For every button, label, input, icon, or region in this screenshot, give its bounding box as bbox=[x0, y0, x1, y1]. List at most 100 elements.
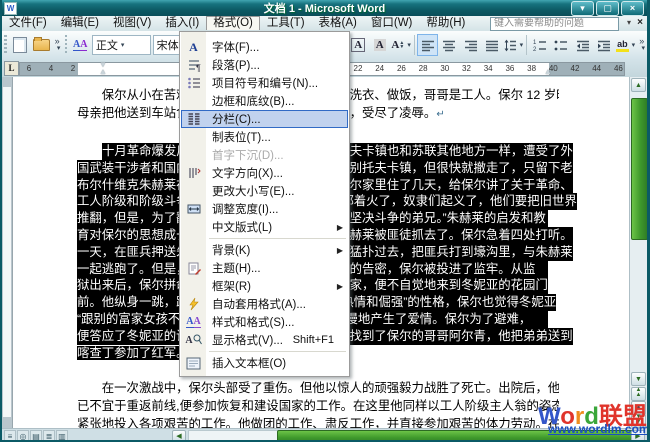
menu-item-label: 项目符号和编号(N)... bbox=[206, 75, 318, 91]
format-menu-item-0[interactable]: A字体(F)... bbox=[181, 38, 348, 56]
format-menu-item-2[interactable]: 项目符号和编号(N)... bbox=[181, 74, 348, 92]
menubar-item-2[interactable]: 视图(V) bbox=[106, 16, 158, 31]
align-center-button[interactable] bbox=[438, 34, 459, 56]
word-app-icon: W bbox=[4, 2, 17, 15]
style-select[interactable]: 正文▾ bbox=[92, 35, 151, 55]
new-document-button[interactable] bbox=[9, 34, 30, 56]
align-left-button[interactable] bbox=[417, 34, 439, 56]
minimize-button[interactable]: ▾ bbox=[571, 1, 594, 16]
vertical-ruler[interactable] bbox=[2, 77, 13, 428]
highlight-button[interactable]: ab▾ bbox=[615, 34, 636, 56]
outline-view-icon[interactable]: ≣ bbox=[43, 430, 55, 441]
menubar-item-1[interactable]: 编辑(E) bbox=[54, 16, 106, 31]
menubar-item-7[interactable]: 窗口(W) bbox=[364, 16, 420, 31]
insert-textbox-icon bbox=[181, 355, 206, 371]
close-button[interactable]: × bbox=[621, 1, 644, 16]
format-menu-item-17[interactable]: 插入文本框(O) bbox=[181, 354, 348, 372]
toolbar-grip[interactable] bbox=[4, 35, 7, 55]
menu-item-label: 段落(P)... bbox=[206, 57, 260, 73]
toolbar-overflow-left[interactable]: »▾ bbox=[52, 33, 63, 57]
vertical-scrollbar[interactable]: ▲ ▼ ▲▲ ● ▼▼ bbox=[629, 77, 647, 428]
menubar-item-4[interactable]: 格式(O) bbox=[206, 16, 260, 30]
print-layout-view-icon[interactable]: ▤ bbox=[30, 430, 42, 441]
menubar-close-icon[interactable]: × bbox=[637, 17, 643, 28]
decrease-indent-button[interactable] bbox=[572, 34, 593, 56]
format-menu-item-7[interactable]: 文字方向(X)... bbox=[181, 164, 348, 182]
distribute-button[interactable] bbox=[481, 34, 502, 56]
format-menu-item-3[interactable]: 边框和底纹(B)... bbox=[181, 92, 348, 110]
text-line[interactable]: 在一次激战中，保尔头部受了重伤。但他以惊人的顽强毅力战胜了死亡。出院后，他 bbox=[77, 379, 559, 397]
ruler-number: 2 bbox=[71, 64, 75, 73]
svg-text:2: 2 bbox=[533, 47, 537, 52]
no-icon bbox=[181, 129, 206, 145]
menubar-item-3[interactable]: 插入(I) bbox=[158, 16, 206, 31]
menu-item-label: 调整宽度(I)... bbox=[206, 201, 278, 217]
paragraph-bottom[interactable]: 在一次激战中，保尔头部受了重伤。但他以惊人的顽强毅力战胜了死亡。出院后，他已不宜… bbox=[77, 379, 559, 428]
menu-item-label: 文字方向(X)... bbox=[206, 165, 283, 181]
reading-layout-view-icon[interactable]: ▥ bbox=[56, 430, 68, 441]
ruler-number: 34 bbox=[484, 64, 493, 73]
format-menu-item-11[interactable]: 背景(K)▶ bbox=[181, 241, 348, 259]
text-line[interactable]: 紧张地投入各项艰苦的工作。他做团的工作、肃反工作，并直接参加艰苦的体力劳动。在兴 bbox=[77, 415, 559, 428]
menu-separator bbox=[209, 238, 346, 239]
menu-item-label: 自动套用格式(A)... bbox=[206, 296, 306, 312]
normal-view-icon[interactable]: ≡ bbox=[4, 430, 16, 441]
format-menu-item-10[interactable]: 中文版式(L)▶ bbox=[181, 218, 348, 236]
menubar-item-8[interactable]: 帮助(H) bbox=[419, 16, 472, 31]
menubar-item-5[interactable]: 工具(T) bbox=[260, 16, 312, 31]
open-button[interactable] bbox=[30, 34, 51, 56]
character-border-icon: A bbox=[351, 38, 365, 52]
scroll-up-icon[interactable]: ▲ bbox=[631, 78, 646, 92]
window-title: 文档 1 - Microsoft Word bbox=[2, 0, 647, 16]
styles-pane-button[interactable]: AA bbox=[69, 34, 90, 56]
align-left-icon bbox=[421, 39, 435, 52]
theme-icon bbox=[181, 260, 206, 276]
toolbar-grip[interactable] bbox=[65, 35, 68, 55]
right-indent-marker[interactable]: ▲ bbox=[544, 69, 552, 75]
ruler-number: 28 bbox=[419, 64, 428, 73]
toolbar-overflow-right[interactable]: »▾ bbox=[636, 33, 647, 57]
format-menu-item-1[interactable]: ¶段落(P)... bbox=[181, 56, 348, 74]
ruler-number: 44 bbox=[592, 64, 601, 73]
format-menu-item-13[interactable]: 框架(R)▶ bbox=[181, 277, 348, 295]
numbering-button[interactable]: 12 bbox=[529, 34, 550, 56]
bullets-button[interactable] bbox=[551, 34, 572, 56]
titlebar: W 文档 1 - Microsoft Word ▾▢× bbox=[2, 0, 647, 16]
format-menu-item-4[interactable]: 分栏(C)... bbox=[181, 110, 348, 128]
format-menu-item-8[interactable]: 更改大小写(E)... bbox=[181, 182, 348, 200]
format-menu-item-14[interactable]: 自动套用格式(A)... bbox=[181, 295, 348, 313]
align-right-button[interactable] bbox=[460, 34, 481, 56]
grow-font-button[interactable]: A▲▼▾ bbox=[390, 34, 411, 56]
scroll-left-icon[interactable]: ◀ bbox=[172, 430, 186, 442]
increase-indent-icon bbox=[597, 39, 611, 52]
character-shading-button[interactable]: A bbox=[369, 34, 390, 56]
no-icon bbox=[181, 278, 206, 294]
tab-selector[interactable]: L bbox=[4, 61, 19, 76]
format-menu-item-5[interactable]: 制表位(T)... bbox=[181, 128, 348, 146]
web-layout-view-icon[interactable]: ◎ bbox=[17, 430, 29, 441]
help-search-input[interactable]: 键入需要帮助的问题 bbox=[490, 17, 619, 31]
format-menu-item-15[interactable]: AA样式和格式(S)... bbox=[181, 313, 348, 331]
font-icon: A bbox=[181, 39, 206, 55]
character-border-button[interactable]: A bbox=[348, 34, 369, 56]
restore-button[interactable]: ▢ bbox=[596, 1, 619, 16]
line-spacing-button[interactable]: ▾ bbox=[503, 34, 524, 56]
adjust-width-icon bbox=[181, 201, 206, 217]
increase-indent-button[interactable] bbox=[593, 34, 614, 56]
autoformat-icon bbox=[181, 296, 206, 312]
highlighted-text[interactable]: 喀查丁参加了红军。 bbox=[77, 346, 189, 360]
format-menu-item-12[interactable]: 主题(H)... bbox=[181, 259, 348, 277]
text-line[interactable]: 已不宜于重返前线,便参加恢复和建设国家的工作。在这里他同样以工人阶级主人翁的姿态 bbox=[77, 397, 559, 415]
hanging-indent-marker[interactable]: ▲ bbox=[99, 69, 107, 75]
text-direction-icon bbox=[181, 165, 206, 181]
line-spacing-icon bbox=[504, 39, 517, 52]
format-menu-item-16[interactable]: A显示格式(V)...Shift+F1 bbox=[181, 331, 348, 349]
scroll-down-icon[interactable]: ▼ bbox=[631, 372, 646, 386]
format-menu-item-9[interactable]: 调整宽度(I)... bbox=[181, 200, 348, 218]
vertical-scroll-thumb[interactable] bbox=[631, 98, 648, 240]
menubar-item-0[interactable]: 文件(F) bbox=[2, 16, 54, 31]
bullets-numbering-icon bbox=[181, 75, 206, 91]
help-dropdown-icon[interactable]: ▾ bbox=[627, 18, 631, 27]
menubar-item-6[interactable]: 表格(A) bbox=[312, 16, 364, 31]
open-folder-icon bbox=[33, 39, 50, 51]
